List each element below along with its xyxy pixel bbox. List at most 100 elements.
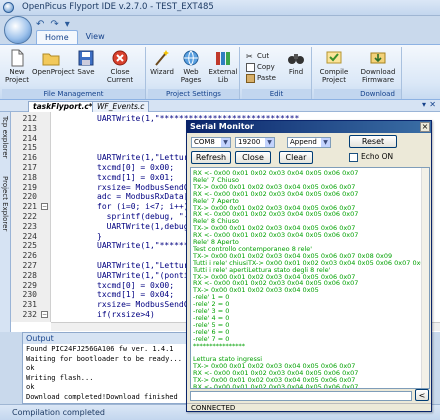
- save-label: Save: [77, 68, 95, 76]
- project-settings-label: Project Settings: [148, 89, 239, 99]
- download-label: Download: [360, 68, 396, 76]
- paste-icon: [246, 73, 255, 83]
- new-document-icon: [11, 49, 24, 67]
- compile-label-2: Project: [322, 76, 346, 84]
- open-label: OpenProject: [32, 68, 75, 76]
- new-label-2: Project: [5, 76, 29, 84]
- library-icon: [216, 52, 230, 65]
- code-line: UARTWrite(1,"Lettura: [97, 261, 194, 270]
- download-group: Download Firmware Download: [354, 47, 402, 99]
- serial-log-scrollbar[interactable]: [421, 168, 429, 388]
- scissors-icon: ✂: [246, 51, 253, 61]
- port-value: COM8: [194, 138, 215, 146]
- paste-label: Paste: [257, 74, 276, 82]
- reset-button[interactable]: Reset: [349, 135, 397, 148]
- code-line: UARTWrite(1,"(pontice: [97, 270, 199, 280]
- wizard-label: Wizard: [150, 68, 174, 76]
- code-line: txcmd[1] = 0x01;: [97, 172, 175, 182]
- copy-button[interactable]: Copy: [246, 62, 275, 72]
- baud-select[interactable]: 19200 ▼: [235, 137, 275, 148]
- find-label: Find: [288, 68, 304, 76]
- code-line: if(rxsize>4): [97, 310, 155, 319]
- echo-checkbox[interactable]: [349, 153, 358, 162]
- output-line: Writing flash...: [26, 373, 94, 382]
- tabs-dropdown-icon[interactable]: ▾: [422, 100, 426, 109]
- output-line: Download completed!Download finished: [26, 392, 178, 401]
- project-explorer-tab[interactable]: Project Explorer: [1, 176, 9, 231]
- app-icon: [3, 2, 14, 13]
- tab-taskflyport[interactable]: taskFlyport.c*: [28, 101, 98, 112]
- open-project-button[interactable]: OpenProject: [32, 49, 75, 76]
- output-title: Output: [23, 333, 186, 344]
- status-text: Compilation completed: [12, 408, 106, 417]
- code-line: txcmd[1] = 0x04;: [97, 290, 175, 300]
- close-current-button[interactable]: Close Current: [102, 49, 138, 84]
- file-management-label: File Management: [2, 89, 145, 99]
- compile-label: Compile: [319, 68, 349, 76]
- extlib-label-2: Lib: [217, 76, 229, 84]
- web-label: Web: [183, 68, 199, 76]
- wizard-icon: [155, 50, 169, 66]
- connection-status: CONNECTED: [187, 403, 431, 412]
- download-group-label: Download: [354, 89, 401, 99]
- echo-label: Echo ON: [361, 152, 394, 161]
- code-line: for (i=0; i<7; i++): [97, 202, 189, 212]
- port-select[interactable]: COM8 ▼: [191, 137, 231, 148]
- web-label-2: Pages: [180, 76, 202, 84]
- save-button[interactable]: Save: [74, 49, 98, 76]
- code-line: adc = ModbusRxData[4]: [97, 192, 199, 202]
- copy-icon: [246, 62, 255, 72]
- open-folder-icon: [42, 53, 60, 66]
- chevron-down-icon: ▼: [321, 138, 330, 147]
- mode-select[interactable]: Append ▼: [287, 137, 331, 148]
- compile-icon: [326, 51, 342, 64]
- baud-value: 19200: [238, 138, 261, 146]
- project-settings-group: Wizard Web Pages External Lib Project Se…: [148, 47, 240, 99]
- close-tab-icon[interactable]: ✕: [429, 100, 436, 109]
- output-line: Found PIC24FJ256GA106 fw ver. 1.4.1: [26, 345, 174, 353]
- code-line: txcmd[0] = 0x00;: [97, 163, 175, 172]
- new-label: New: [9, 68, 25, 76]
- refresh-button[interactable]: Refresh: [191, 151, 231, 164]
- binoculars-icon: [288, 54, 304, 64]
- tab-wf-events[interactable]: WF_Events.c: [92, 101, 150, 112]
- external-lib-button[interactable]: External Lib: [208, 49, 238, 84]
- application-menu-button[interactable]: [4, 16, 32, 44]
- clear-button[interactable]: Clear: [279, 151, 313, 164]
- download-label-2: Firmware: [361, 76, 395, 84]
- side-panel-strip: Tcp explorer Project Explorer: [0, 112, 11, 332]
- close-label-2: Current: [106, 76, 134, 84]
- cut-button[interactable]: ✂ Cut: [246, 51, 269, 61]
- new-project-button[interactable]: New Project: [4, 49, 30, 84]
- file-management-group: New Project OpenProject Save Close Curre…: [2, 47, 146, 99]
- paste-button[interactable]: Paste: [246, 73, 276, 83]
- chevron-down-icon: ▼: [265, 138, 274, 147]
- ribbon: New Project OpenProject Save Close Curre…: [0, 44, 440, 100]
- compile-project-button[interactable]: Compile Project: [316, 49, 352, 84]
- tcp-explorer-tab[interactable]: Tcp explorer: [1, 116, 9, 159]
- send-input[interactable]: [190, 391, 412, 401]
- output-line: ok: [26, 383, 35, 391]
- document-tabs: taskFlyport.c* WF_Events.c ▾ ✕: [0, 100, 440, 112]
- code-line: }: [97, 231, 102, 241]
- tab-home[interactable]: Home: [36, 30, 78, 44]
- serial-log-line: RX <- 0x00 0x01 0x02 0x03 0x04 0x05 0x06…: [193, 382, 359, 389]
- chevron-down-icon: ▼: [221, 138, 230, 147]
- send-button[interactable]: <: [415, 389, 429, 401]
- close-icon: [112, 50, 128, 66]
- code-line: UARTWrite(1,debug);: [97, 221, 199, 231]
- web-pages-button[interactable]: Web Pages: [178, 49, 204, 84]
- tab-view[interactable]: View: [78, 30, 113, 44]
- serial-log[interactable]: RX <- 0x00 0x01 0x02 0x03 0x04 0x05 0x06…: [190, 167, 430, 389]
- serial-log-lines: RX <- 0x00 0x01 0x02 0x03 0x04 0x05 0x06…: [191, 168, 429, 389]
- code-line: sprintf(debug, "-ir: [97, 212, 199, 221]
- serial-close-icon[interactable]: ×: [420, 122, 430, 132]
- copy-label: Copy: [257, 63, 275, 71]
- code-line: rxsize= ModbusSendCmd: [97, 300, 199, 310]
- close-button[interactable]: Close: [235, 151, 271, 164]
- download-firmware-button[interactable]: Download Firmware: [358, 49, 398, 84]
- wizard-button[interactable]: Wizard: [150, 49, 174, 76]
- find-button[interactable]: Find: [284, 49, 308, 76]
- compile-group-label-filler: [314, 89, 354, 99]
- code-line: txcmd[0] = 0x00;: [97, 280, 175, 290]
